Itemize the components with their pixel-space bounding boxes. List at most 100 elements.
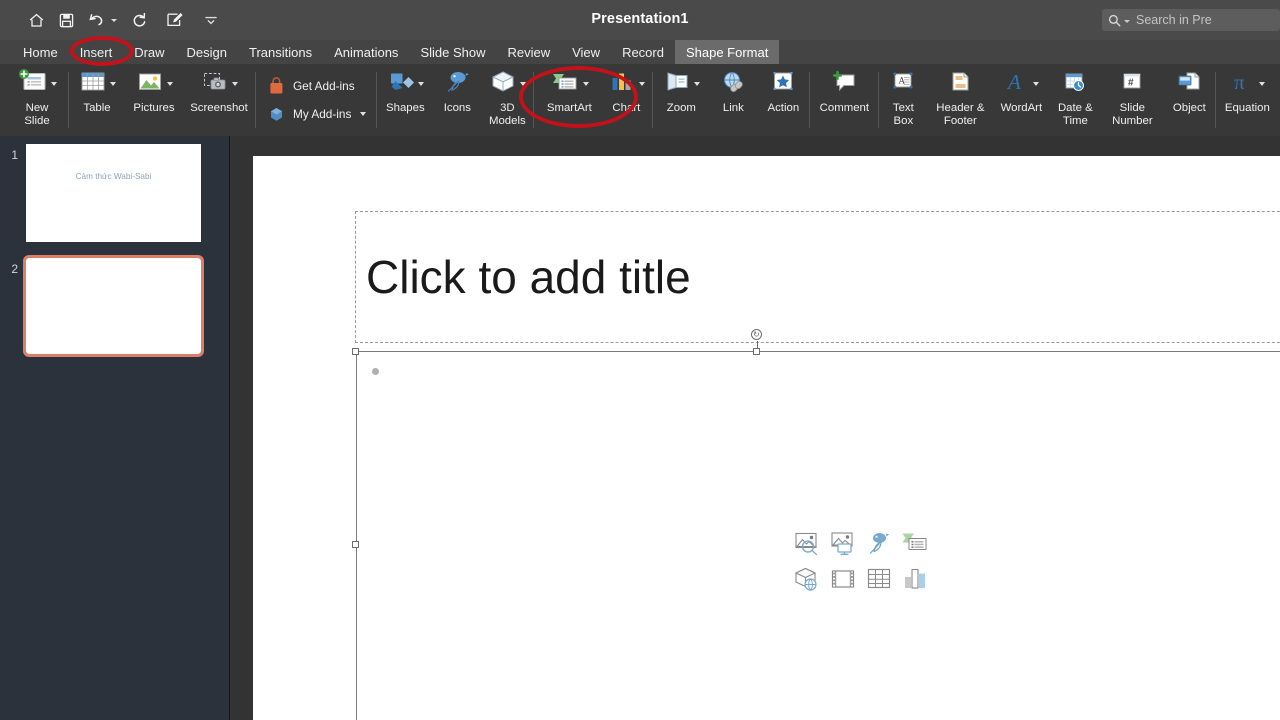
tab-review[interactable]: Review <box>496 40 561 64</box>
thumbnail-row-1[interactable]: 1 Cảm thức Wabi-Sabi <box>0 144 201 242</box>
selection-handle-middle-left[interactable] <box>352 541 359 548</box>
tab-shape-format[interactable]: Shape Format <box>674 40 780 64</box>
link-button[interactable]: Link <box>709 64 757 136</box>
equation-button[interactable]: π Equation <box>1216 64 1278 136</box>
tab-view[interactable]: View <box>561 40 611 64</box>
zoom-dropdown-caret[interactable] <box>693 82 700 86</box>
new-slide-dropdown-caret[interactable] <box>50 82 57 86</box>
slide-number-button[interactable]: # Slide Number <box>1101 64 1163 136</box>
pictures-label: Pictures <box>133 102 175 114</box>
smartart-dropdown-caret[interactable] <box>582 82 589 86</box>
video-icon[interactable] <box>830 567 857 592</box>
table-icon[interactable] <box>866 567 893 592</box>
shapes-icon <box>387 69 415 100</box>
my-addins-icon <box>266 104 286 124</box>
comment-button[interactable]: Comment <box>810 64 878 136</box>
title-bar: Presentation1 Search in Pre <box>0 0 1280 40</box>
undo-dropdown-caret[interactable] <box>111 18 117 22</box>
tab-design[interactable]: Design <box>176 40 238 64</box>
link-label: Link <box>722 102 744 114</box>
pictures-icon <box>136 69 164 100</box>
header-footer-label: Header & Footer <box>936 102 985 127</box>
date-time-button[interactable]: Date & Time <box>1049 64 1101 136</box>
content-placeholder[interactable] <box>356 351 1280 720</box>
3d-models-dropdown-caret[interactable] <box>519 82 526 86</box>
tab-home[interactable]: Home <box>12 40 69 64</box>
icons-label: Icons <box>443 102 471 114</box>
new-slide-button[interactable]: New Slide <box>6 64 68 136</box>
powerpoint-window: Presentation1 Search in Pre Home Insert … <box>0 0 1280 720</box>
object-button[interactable]: Object <box>1163 64 1215 136</box>
screenshot-button[interactable]: Screenshot <box>183 64 255 136</box>
icons-button[interactable]: Icons <box>433 64 481 136</box>
stock-images-icon[interactable] <box>794 531 821 556</box>
3d-models-label: 3D Models <box>488 102 526 127</box>
date-time-icon <box>1061 69 1089 100</box>
tab-slide-show[interactable]: Slide Show <box>409 40 496 64</box>
smartart-icon[interactable] <box>901 531 929 556</box>
slide-thumbnail-panel[interactable]: 1 Cảm thức Wabi-Sabi 2 <box>0 136 229 720</box>
wordart-dropdown-caret[interactable] <box>1032 82 1039 86</box>
zoom-button[interactable]: Zoom <box>653 64 709 136</box>
undo-icon[interactable] <box>82 7 110 33</box>
get-addins-button[interactable]: Get Add-ins <box>266 76 366 96</box>
shapes-label: Shapes <box>386 102 425 114</box>
tab-draw[interactable]: Draw <box>123 40 175 64</box>
tab-animations[interactable]: Animations <box>323 40 409 64</box>
icons-icon[interactable] <box>866 531 893 556</box>
chart-icon <box>608 69 636 100</box>
addins-group: Get Add-ins My Add-ins <box>256 64 376 136</box>
chart-button[interactable]: Chart <box>600 64 652 136</box>
title-placeholder[interactable]: Click to add title <box>355 211 1280 343</box>
start-inking-icon[interactable] <box>161 7 189 33</box>
chart-label: Chart <box>612 102 641 114</box>
selection-handle-top-left[interactable] <box>352 348 359 355</box>
date-time-label: Date & Time <box>1057 102 1093 127</box>
save-icon[interactable] <box>52 7 80 33</box>
equation-dropdown-caret[interactable] <box>1258 82 1265 86</box>
thumbnail-row-2[interactable]: 2 <box>0 255 204 357</box>
equation-label: Equation <box>1224 102 1270 114</box>
header-footer-button[interactable]: Header & Footer <box>927 64 993 136</box>
slide-thumbnail-2[interactable] <box>23 255 204 357</box>
smartart-button[interactable]: SmartArt <box>538 64 600 136</box>
tab-record[interactable]: Record <box>611 40 675 64</box>
my-addins-label: My Add-ins <box>293 107 352 121</box>
pictures-dropdown-caret[interactable] <box>166 82 173 86</box>
selection-handle-top-middle[interactable] <box>753 348 760 355</box>
comment-icon <box>830 69 858 100</box>
search-dropdown-caret[interactable] <box>1124 20 1130 23</box>
pictures-button[interactable]: Pictures <box>125 64 183 136</box>
rotation-handle[interactable]: ↻ <box>751 329 762 340</box>
search-input[interactable]: Search in Pre <box>1102 9 1280 31</box>
customize-quick-access-icon[interactable] <box>197 7 225 33</box>
undo-group[interactable] <box>82 7 117 33</box>
redo-icon[interactable] <box>125 7 153 33</box>
shapes-dropdown-caret[interactable] <box>417 82 424 86</box>
shapes-button[interactable]: Shapes <box>377 64 433 136</box>
tab-transitions[interactable]: Transitions <box>238 40 323 64</box>
text-box-button[interactable]: A Text Box <box>879 64 927 136</box>
3d-models-button[interactable]: 3D Models <box>481 64 533 136</box>
zoom-insert-icon <box>663 69 691 100</box>
slide-canvas-area[interactable]: Click to add title ↻ <box>230 136 1280 720</box>
slide-thumbnail-1[interactable]: Cảm thức Wabi-Sabi <box>26 144 201 242</box>
action-icon <box>769 69 797 100</box>
zoom-label: Zoom <box>666 102 696 114</box>
table-dropdown-caret[interactable] <box>109 82 116 86</box>
wordart-button[interactable]: A WordArt <box>993 64 1049 136</box>
chart-icon[interactable] <box>902 567 929 592</box>
my-addins-button[interactable]: My Add-ins <box>266 104 367 124</box>
object-label: Object <box>1172 102 1206 114</box>
action-button[interactable]: Action <box>757 64 809 136</box>
screenshot-dropdown-caret[interactable] <box>231 82 238 86</box>
pictures-icon[interactable] <box>830 531 857 556</box>
action-label: Action <box>767 102 800 114</box>
current-slide[interactable]: Click to add title ↻ <box>253 156 1280 720</box>
table-button[interactable]: Table <box>69 64 125 136</box>
chart-dropdown-caret[interactable] <box>638 82 645 86</box>
my-addins-dropdown-caret[interactable] <box>360 112 367 116</box>
home-icon[interactable] <box>22 7 50 33</box>
3d-models-icon[interactable] <box>794 567 821 592</box>
tab-insert[interactable]: Insert <box>69 40 124 64</box>
